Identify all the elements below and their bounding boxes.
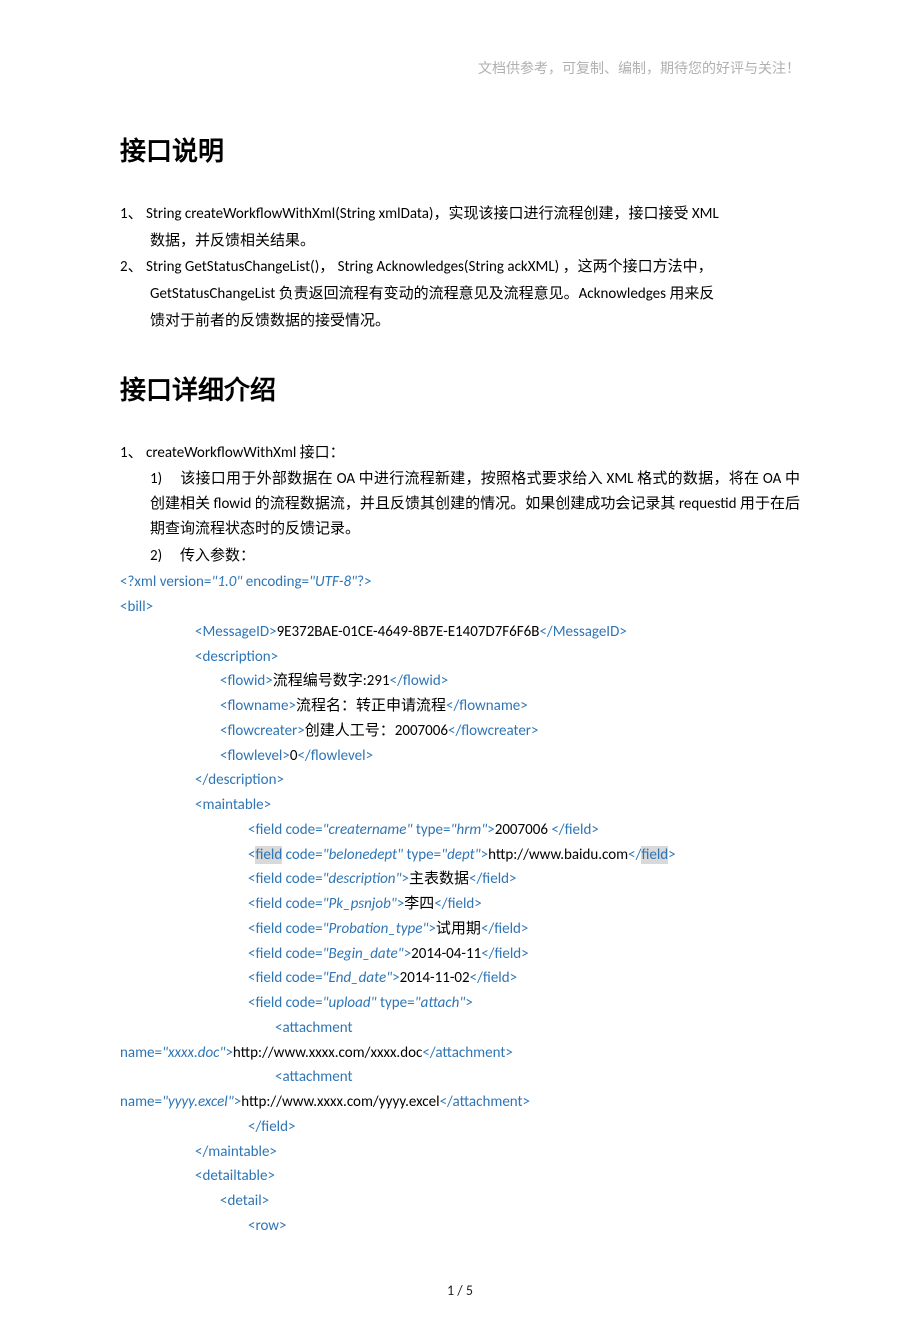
- xml-code-block: <?xml version="1.0" encoding="UTF-8"?> <…: [120, 570, 800, 1238]
- xml-description-close: </description>: [120, 768, 800, 793]
- list-item-1-line1: 1、 String createWorkflowWithXml(String x…: [120, 205, 719, 223]
- document-page: 文档供参考，可复制、编制，期待您的好评与关注！ 接口说明 1、 String c…: [0, 0, 920, 1342]
- heading-interface-detail: 接口详细介绍: [120, 370, 800, 413]
- xml-attachment-2-open: <attachment: [120, 1065, 800, 1090]
- sub-number-2: 2): [150, 544, 180, 569]
- list-item-2-line1: 2、 String GetStatusChangeList()， String …: [120, 258, 713, 276]
- xml-description-open: <description>: [120, 645, 800, 670]
- header-note: 文档供参考，可复制、编制，期待您的好评与关注！: [120, 58, 800, 81]
- xml-detailtable-open: <detailtable>: [120, 1164, 800, 1189]
- list-item-1: 1、 String createWorkflowWithXml(String x…: [120, 202, 800, 227]
- xml-row-open: <row>: [120, 1214, 800, 1239]
- page-number: 1 / 5: [120, 1279, 800, 1302]
- sub-number-1: 1): [150, 467, 180, 492]
- detail-item-1-1-text: 该接口用于外部数据在 OA 中进行流程新建，按照格式要求给入 XML 格式的数据…: [150, 470, 800, 538]
- xml-field-begin-date: <field code="Begin_date">2014-04-11</fie…: [120, 942, 800, 967]
- xml-flowlevel: <flowlevel>0</flowlevel>: [120, 744, 800, 769]
- xml-field-description: <field code="description">主表数据</field>: [120, 867, 800, 892]
- list-item-2: 2、 String GetStatusChangeList()， String …: [120, 255, 800, 280]
- xml-declaration: <?xml version="1.0" encoding="UTF-8"?>: [120, 570, 800, 595]
- list-item-2-line2: GetStatusChangeList 负责返回流程有变动的流程意见及流程意见。…: [120, 282, 800, 307]
- xml-flowcreater: <flowcreater>创建人工号：2007006</flowcreater>: [120, 719, 800, 744]
- xml-maintable-open: <maintable>: [120, 793, 800, 818]
- detail-item-1: 1、 createWorkflowWithXml 接口：: [120, 441, 800, 466]
- xml-attachment-1-open: <attachment: [120, 1016, 800, 1041]
- xml-field-creatername: <field code="creatername" type="hrm">200…: [120, 818, 800, 843]
- xml-field-probation-type: <field code="Probation_type">试用期</field>: [120, 917, 800, 942]
- xml-flowname: <flowname>流程名：转正申请流程</flowname>: [120, 694, 800, 719]
- heading-interface-description: 接口说明: [120, 131, 800, 174]
- xml-attachment-2-body: name="yyyy.excel">http://www.xxxx.com/yy…: [120, 1090, 800, 1115]
- xml-detail-open: <detail>: [120, 1189, 800, 1214]
- xml-field-belonedept: <field code="belonedept" type="dept">htt…: [120, 843, 800, 868]
- xml-maintable-close: </maintable>: [120, 1140, 800, 1165]
- xml-attachment-1-body: name="xxxx.doc">http://www.xxxx.com/xxxx…: [120, 1041, 800, 1066]
- xml-field-upload-close: </field>: [120, 1115, 800, 1140]
- list-item-2-line3: 馈对于前者的反馈数据的接受情况。: [120, 309, 800, 334]
- list-item-1-cont: 数据，并反馈相关结果。: [120, 229, 800, 254]
- detail-item-1-1: 1)该接口用于外部数据在 OA 中进行流程新建，按照格式要求给入 XML 格式的…: [120, 467, 800, 541]
- xml-field-upload-open: <field code="upload" type="attach">: [120, 991, 800, 1016]
- detail-item-1-2: 2)传入参数：: [120, 544, 800, 569]
- xml-bill-open: <bill>: [120, 595, 800, 620]
- xml-field-end-date: <field code="End_date">2014-11-02</field…: [120, 966, 800, 991]
- xml-field-pk-psnjob: <field code="Pk_psnjob">李四</field>: [120, 892, 800, 917]
- xml-flowid: <flowid>流程编号数字:291</flowid>: [120, 669, 800, 694]
- detail-item-1-2-text: 传入参数：: [180, 547, 255, 565]
- xml-messageid: <MessageID>9E372BAE-01CE-4649-8B7E-E1407…: [120, 620, 800, 645]
